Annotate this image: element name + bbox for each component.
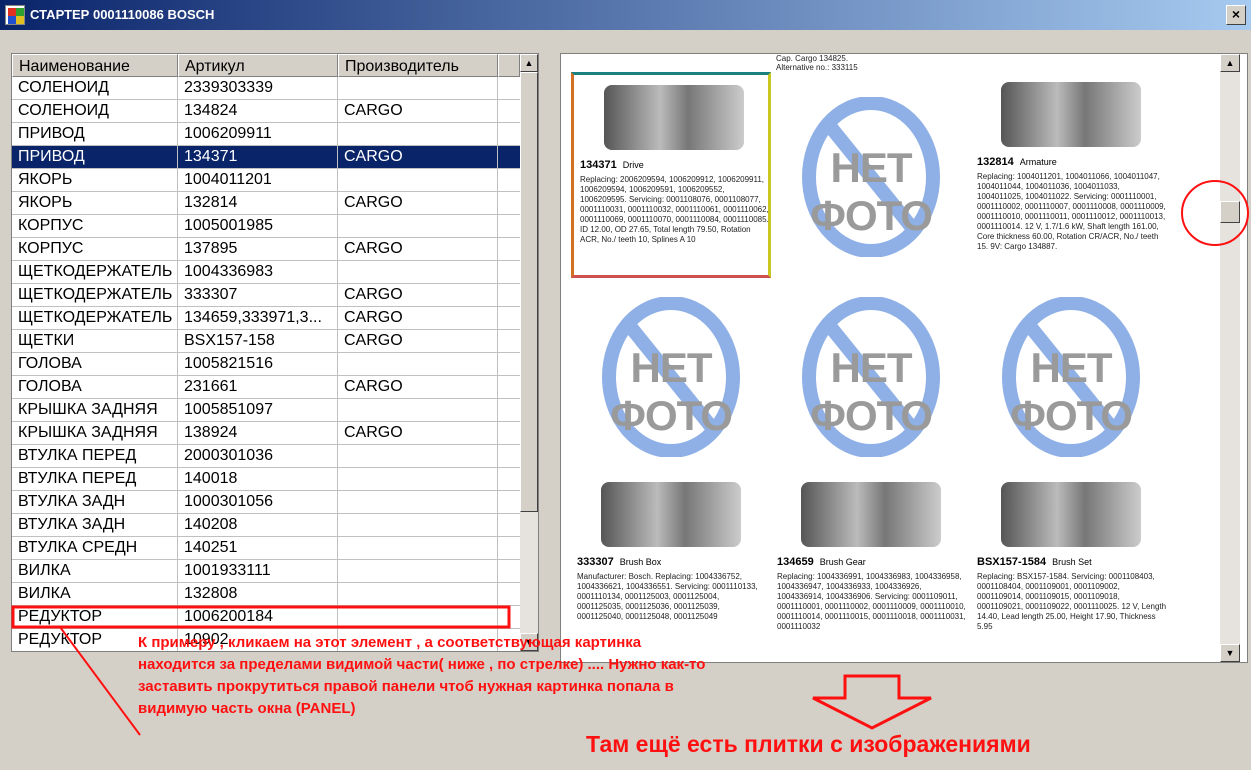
highlight-box	[11, 605, 511, 629]
highlight-ellipse	[1181, 180, 1249, 246]
annotation-line	[59, 626, 141, 736]
app-window: СТАРТЕР 0001110086 BOSCH × Наименование …	[0, 0, 1251, 770]
bottom-note: Там ещё есть плитки с изображениями	[586, 731, 1031, 757]
annotation-text: К примеру , кликаем на этот элемент , а …	[138, 634, 706, 717]
down-arrow-icon	[812, 674, 932, 730]
